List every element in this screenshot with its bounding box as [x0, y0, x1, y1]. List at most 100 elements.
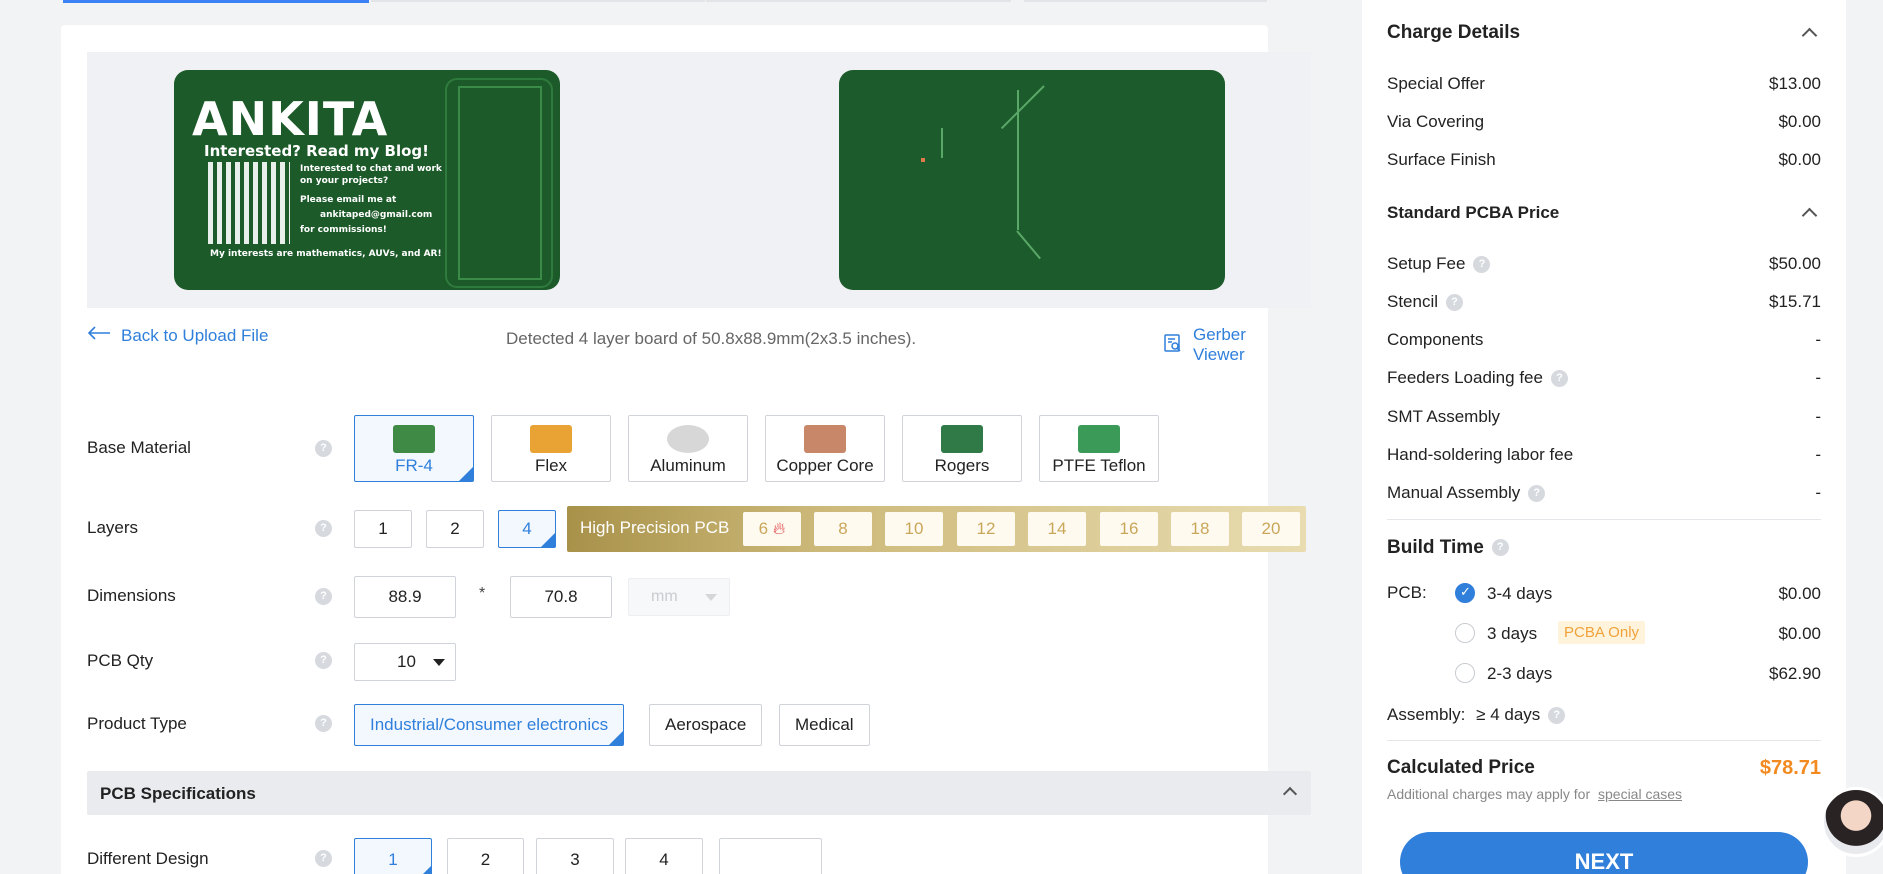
build-time-option[interactable]: 2-3 days $62.90 — [1487, 664, 1821, 684]
material-option-copper-core[interactable]: Copper Core — [765, 415, 885, 482]
build-time-radio[interactable] — [1455, 583, 1475, 603]
pcba-label: Manual Assembly — [1387, 483, 1521, 502]
tab-active-indicator[interactable] — [63, 0, 369, 3]
unit-select[interactable]: mm — [628, 578, 730, 616]
chevron-down-icon — [433, 659, 445, 666]
tab-indicator[interactable] — [706, 0, 1011, 2]
note-text: Additional charges may apply for — [1387, 786, 1591, 802]
special-cases-link[interactable]: special cases — [1598, 786, 1682, 802]
calculated-price-title: Calculated Price — [1387, 757, 1535, 778]
support-chat-avatar[interactable] — [1821, 787, 1883, 857]
help-icon[interactable]: ? — [1473, 256, 1491, 274]
pcb-qty-label: PCB Qty — [87, 651, 154, 670]
calculated-price-value: $78.71 — [1759, 757, 1821, 779]
material-option-flex[interactable]: Flex — [491, 415, 611, 482]
width-input[interactable]: 70.8 — [510, 576, 612, 618]
material-option-ptfe-teflon[interactable]: PTFE Teflon — [1039, 415, 1159, 482]
tab-indicator[interactable] — [1024, 0, 1267, 2]
help-icon[interactable]: ? — [315, 652, 332, 669]
layer-option[interactable]: 20 — [1242, 512, 1300, 546]
design-option[interactable]: 3 — [536, 838, 614, 874]
material-option-rogers[interactable]: Rogers — [902, 415, 1022, 482]
layer-option[interactable]: 16 — [1100, 512, 1158, 546]
layer-option[interactable]: 2 — [426, 510, 484, 548]
tab-indicator[interactable] — [371, 0, 705, 2]
charge-value: $0.00 — [1778, 150, 1821, 169]
board-silkscreen-title: ANKITA — [192, 92, 389, 146]
material-option-fr4[interactable]: FR-4 — [354, 415, 474, 482]
layer-option[interactable]: 18 — [1171, 512, 1229, 546]
help-icon[interactable]: ? — [1446, 294, 1464, 312]
layer-option[interactable]: 1 — [354, 510, 412, 548]
layer-option[interactable]: 8 — [814, 512, 872, 546]
help-icon[interactable]: ? — [1550, 370, 1568, 388]
chevron-down-icon — [705, 594, 717, 601]
back-to-upload-link[interactable]: Back to Upload File — [87, 325, 268, 346]
build-time-option[interactable]: 3-4 days $0.00 — [1487, 584, 1821, 604]
help-icon[interactable]: ? — [315, 588, 332, 605]
layer-option[interactable]: 4 — [498, 510, 556, 548]
chevron-up-icon[interactable] — [1801, 27, 1818, 44]
product-type-industrial[interactable]: Industrial/Consumer electronics — [354, 704, 625, 746]
layers-label: Layers — [87, 518, 139, 537]
help-icon[interactable]: ? — [315, 715, 332, 732]
base-material-label: Base Material — [87, 438, 191, 457]
rogers-thumbnail — [941, 425, 983, 453]
pcb-specifications-header[interactable]: PCB Specifications — [87, 771, 1311, 815]
design-option[interactable]: 1 — [354, 838, 432, 874]
layer-option[interactable]: 14 — [1028, 512, 1086, 546]
pcba-value: - — [1815, 407, 1821, 426]
different-design-label: Different Design — [87, 849, 209, 868]
back-to-upload-label: Back to Upload File — [121, 325, 269, 345]
pcba-value: $15.71 — [1769, 292, 1821, 311]
help-icon[interactable]: ? — [315, 440, 332, 457]
gerber-viewer-link[interactable]: Gerber Viewer — [1163, 325, 1268, 365]
pcba-row: Hand-soldering labor fee - — [1387, 445, 1821, 465]
build-time-option[interactable]: 3 days $0.00 — [1487, 624, 1821, 644]
design-custom-input[interactable] — [719, 838, 822, 874]
pcba-row: Setup Fee? $50.00 — [1387, 254, 1821, 274]
pcb-build-label: PCB: — [1387, 583, 1427, 602]
charge-row: Via Covering $0.00 — [1387, 112, 1821, 132]
build-time-option-price: $62.90 — [1769, 664, 1821, 683]
pcba-row: Feeders Loading fee? - — [1387, 368, 1821, 388]
design-option[interactable]: 2 — [447, 838, 524, 874]
build-time-radio[interactable] — [1455, 663, 1475, 683]
material-label: Flex — [534, 456, 568, 475]
pcba-value: - — [1815, 445, 1821, 464]
build-time-radio[interactable] — [1455, 623, 1475, 643]
charge-value: $0.00 — [1778, 112, 1821, 131]
pcba-value: - — [1815, 368, 1821, 387]
charge-label: Surface Finish — [1387, 150, 1496, 169]
pcba-label: Components — [1387, 330, 1484, 349]
board-trace — [1000, 85, 1045, 130]
board-silkscreen-line: for commissions! — [300, 225, 387, 235]
design-option[interactable]: 4 — [625, 838, 703, 874]
help-icon[interactable]: ? — [1548, 707, 1566, 725]
help-icon[interactable]: ? — [1528, 485, 1546, 503]
dimension-separator: * — [479, 585, 486, 602]
chevron-up-icon[interactable] — [1801, 207, 1818, 224]
help-icon[interactable]: ? — [315, 520, 332, 537]
material-option-aluminum[interactable]: Aluminum — [628, 415, 748, 482]
pcba-value: - — [1815, 330, 1821, 349]
pcb-qty-select[interactable]: 10 — [354, 643, 456, 681]
board-preview: ANKITA Interested? Read my Blog! Interes… — [87, 52, 1311, 308]
build-time-option-price: $0.00 — [1778, 584, 1821, 603]
product-type-aerospace[interactable]: Aerospace — [649, 704, 763, 746]
product-type-medical[interactable]: Medical — [779, 704, 870, 746]
aluminum-thumbnail — [667, 425, 709, 453]
pcb-qty-value: 10 — [397, 652, 416, 671]
pcba-row: Manual Assembly? - — [1387, 483, 1821, 503]
layer-option-6[interactable]: 6 🔥︎ — [743, 512, 801, 546]
length-input[interactable]: 88.9 — [354, 576, 456, 618]
layer-option[interactable]: 12 — [957, 512, 1015, 546]
layer-option[interactable]: 10 — [885, 512, 943, 546]
help-icon[interactable]: ? — [315, 850, 332, 867]
gerber-viewer-label: Gerber Viewer — [1193, 325, 1246, 364]
help-icon[interactable]: ? — [1491, 539, 1509, 557]
build-time-option-label: 3 days — [1487, 624, 1538, 643]
next-button[interactable]: NEXT — [1400, 832, 1808, 874]
assembly-value: ≥ 4 days — [1476, 705, 1541, 724]
board-silkscreen-subtitle: Interested? Read my Blog! — [204, 142, 429, 160]
